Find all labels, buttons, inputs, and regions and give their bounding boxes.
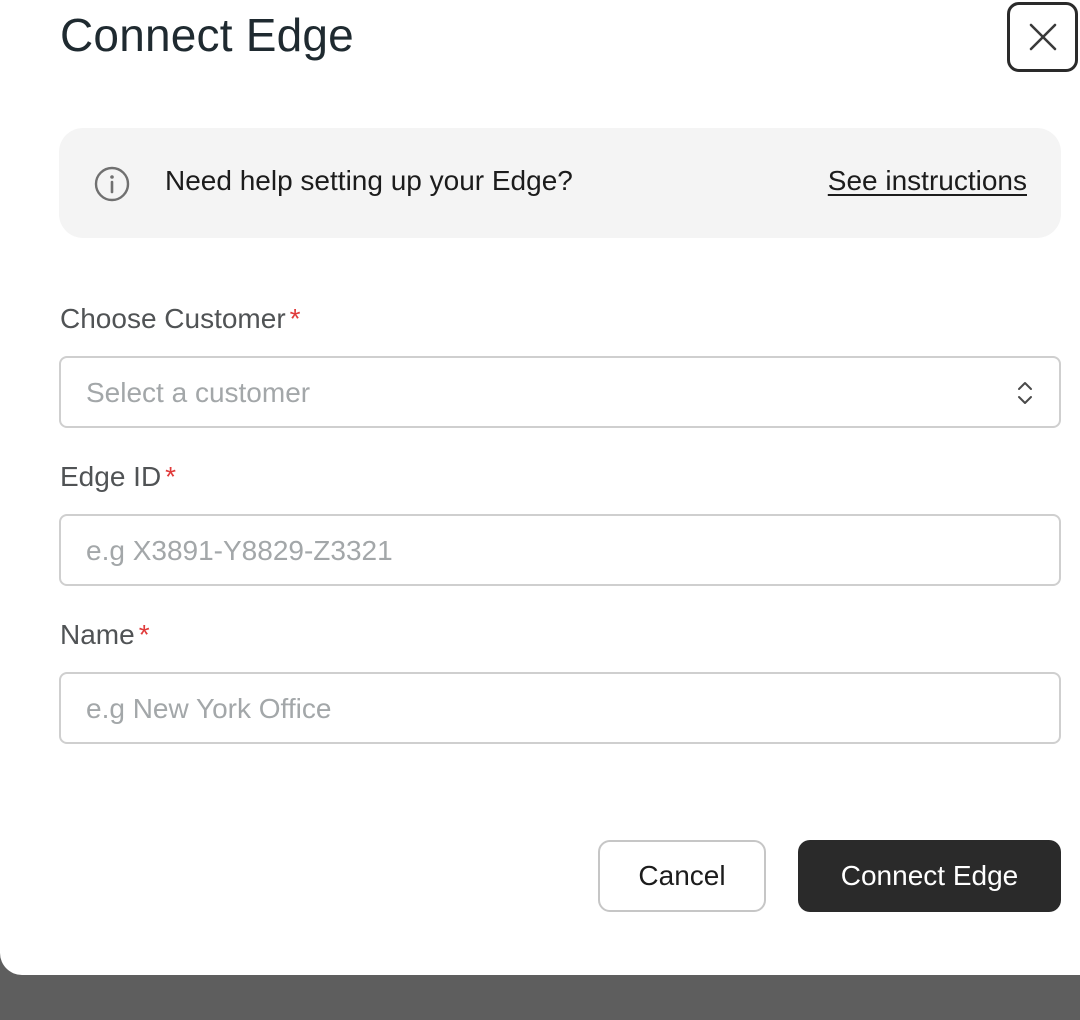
edge-id-input[interactable]: e.g X3891-Y8829-Z3321: [59, 514, 1061, 586]
required-asterisk: *: [138, 619, 150, 650]
cancel-button[interactable]: Cancel: [598, 840, 766, 912]
name-label: Name *: [60, 619, 150, 651]
required-asterisk: *: [165, 461, 177, 492]
chevron-up-down-icon: [1018, 382, 1032, 404]
name-label-text: Name: [60, 619, 135, 650]
edge-id-label-text: Edge ID: [60, 461, 162, 492]
customer-select[interactable]: Select a customer: [59, 356, 1061, 428]
required-asterisk: *: [289, 303, 301, 334]
name-input[interactable]: e.g New York Office: [59, 672, 1061, 744]
close-icon: [1029, 23, 1056, 51]
name-placeholder: e.g New York Office: [86, 693, 332, 724]
info-icon: [94, 166, 130, 202]
connect-edge-dialog: Connect Edge Need help setting up your E…: [0, 0, 1080, 975]
connect-edge-button[interactable]: Connect Edge: [798, 840, 1061, 912]
customer-select-placeholder: Select a customer: [86, 377, 311, 408]
customer-label: Choose Customer *: [60, 303, 301, 335]
customer-label-text: Choose Customer: [60, 303, 286, 334]
help-banner: Need help setting up your Edge? See inst…: [59, 128, 1061, 238]
help-text: Need help setting up your Edge?: [165, 165, 573, 196]
edge-id-placeholder: e.g X3891-Y8829-Z3321: [86, 535, 393, 566]
edge-id-label: Edge ID *: [60, 461, 176, 493]
dialog-title: Connect Edge: [60, 9, 354, 61]
close-button[interactable]: [1007, 2, 1078, 72]
see-instructions-link[interactable]: See instructions: [828, 165, 1027, 197]
